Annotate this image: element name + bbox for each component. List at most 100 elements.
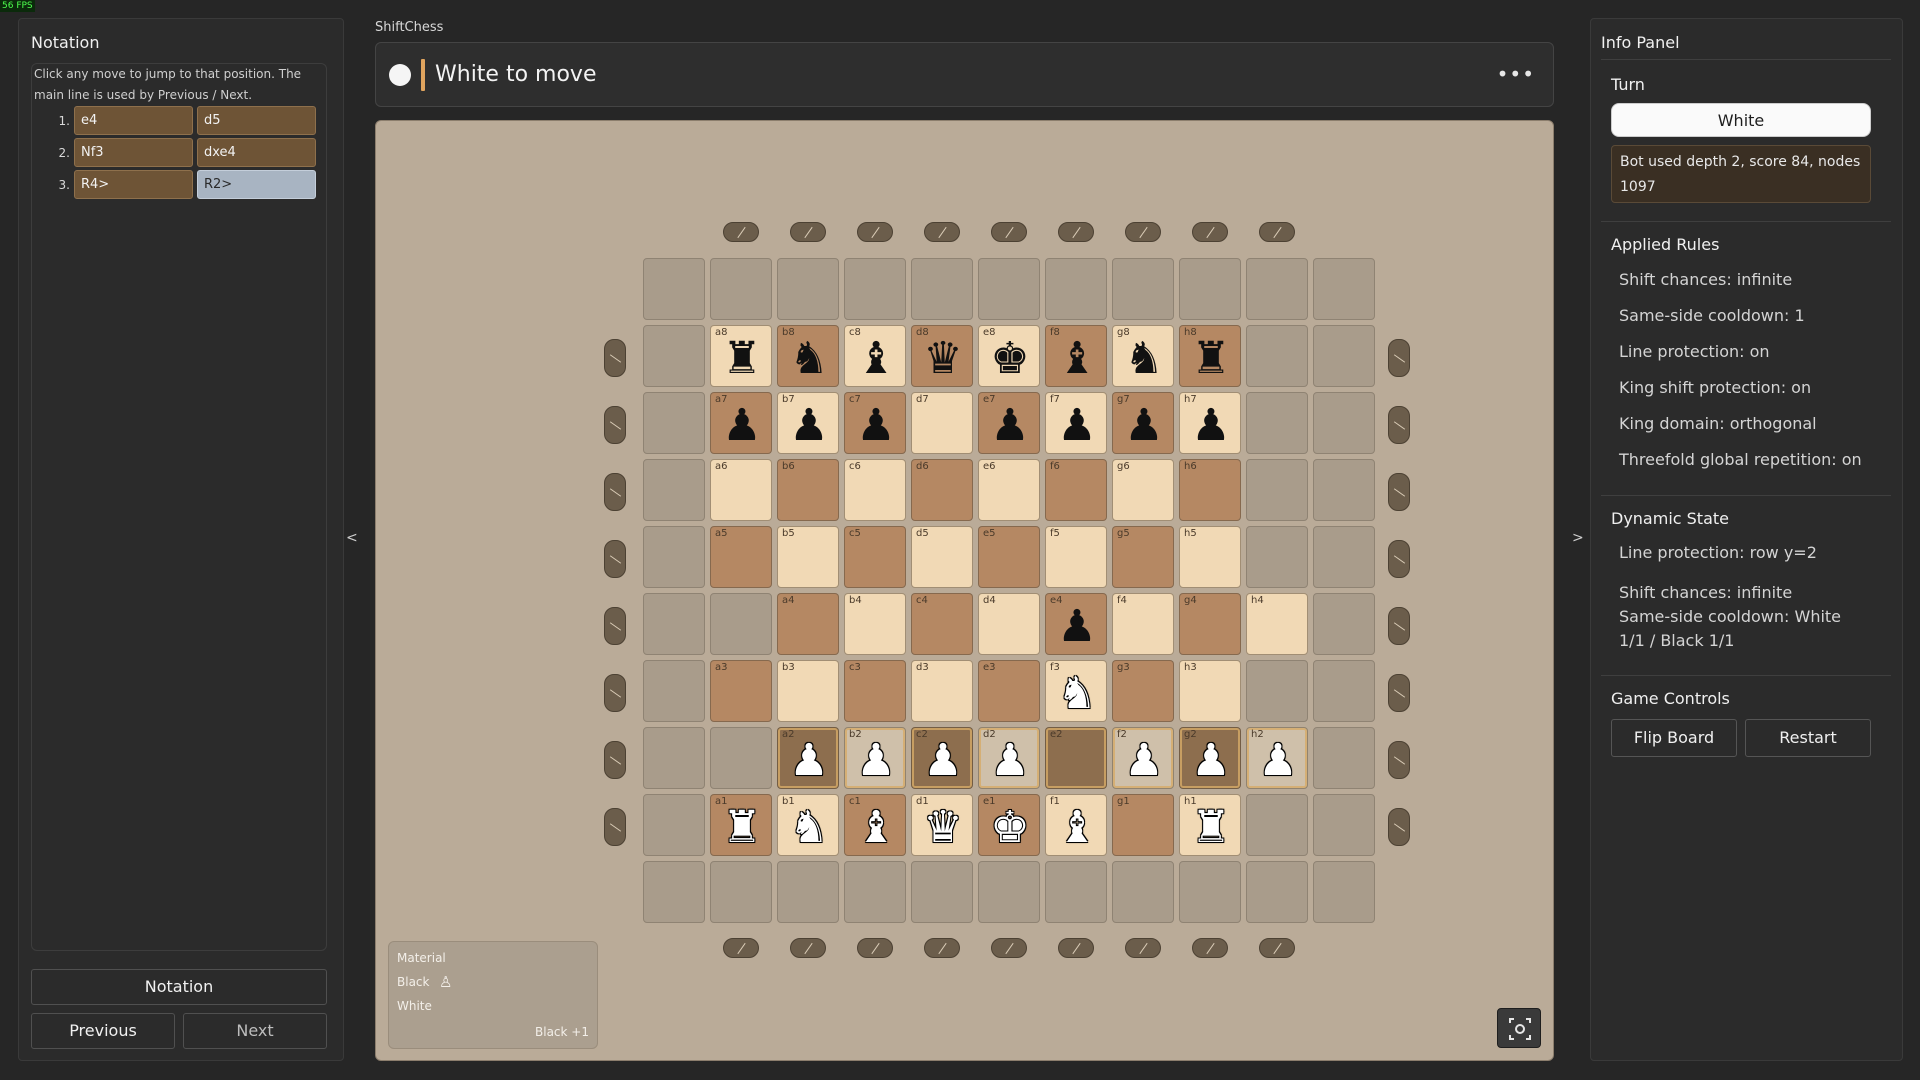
square-f2[interactable]: f2 ♟ [1112,727,1174,789]
black-piece[interactable]: ♟ [778,397,840,455]
move-white[interactable]: Nf3 [74,138,193,167]
empty-cell[interactable] [710,593,772,655]
square-g5[interactable]: g5 [1112,526,1174,588]
empty-cell[interactable] [1246,660,1308,722]
empty-cell[interactable] [1246,258,1308,320]
white-piece[interactable]: ♟ [1113,732,1175,790]
empty-cell[interactable] [1313,459,1375,521]
shift-row-handle-right[interactable] [1388,674,1410,712]
empty-cell[interactable] [1313,861,1375,923]
shift-row-handle-left[interactable] [604,607,626,645]
square-f5[interactable]: f5 [1045,526,1107,588]
empty-cell[interactable] [777,861,839,923]
square-g1[interactable]: g1 [1112,794,1174,856]
square-d6[interactable]: d6 [911,459,973,521]
move-black[interactable]: d5 [197,106,316,135]
shift-column-handle-bottom[interactable] [1058,938,1094,958]
move-black[interactable]: dxe4 [197,138,316,167]
square-h7[interactable]: h7 ♟ [1179,392,1241,454]
white-piece[interactable]: ♟ [1180,732,1242,790]
square-d7[interactable]: d7 [911,392,973,454]
empty-cell[interactable] [777,258,839,320]
square-a5[interactable]: a5 [710,526,772,588]
move-black-current[interactable]: R2> [197,170,316,199]
empty-cell[interactable] [1246,861,1308,923]
square-h8[interactable]: h8 ♜ [1179,325,1241,387]
shift-row-handle-left[interactable] [604,473,626,511]
black-piece[interactable]: ♜ [1180,330,1242,388]
more-icon[interactable]: ••• [1497,59,1535,89]
square-b1[interactable]: b1 ♞ [777,794,839,856]
square-g8[interactable]: g8 ♞ [1112,325,1174,387]
empty-cell[interactable] [643,459,705,521]
white-piece[interactable]: ♞ [1046,665,1108,723]
empty-cell[interactable] [1112,861,1174,923]
empty-cell[interactable] [643,526,705,588]
square-e8[interactable]: e8 ♚ [978,325,1040,387]
square-a1[interactable]: a1 ♜ [710,794,772,856]
square-h4[interactable]: h4 [1246,593,1308,655]
square-d2[interactable]: d2 ♟ [978,727,1040,789]
square-h1[interactable]: h1 ♜ [1179,794,1241,856]
square-e3[interactable]: e3 [978,660,1040,722]
shift-row-handle-left[interactable] [604,741,626,779]
shift-column-handle-top[interactable] [991,222,1027,242]
empty-cell[interactable] [643,727,705,789]
shift-column-handle-bottom[interactable] [723,938,759,958]
shift-row-handle-left[interactable] [604,406,626,444]
black-piece[interactable]: ♟ [845,397,907,455]
black-piece[interactable]: ♟ [1113,397,1175,455]
empty-cell[interactable] [1112,258,1174,320]
square-g6[interactable]: g6 [1112,459,1174,521]
empty-cell[interactable] [1246,526,1308,588]
black-piece[interactable]: ♛ [912,330,974,388]
white-piece[interactable]: ♟ [912,732,974,790]
square-c7[interactable]: c7 ♟ [844,392,906,454]
square-b7[interactable]: b7 ♟ [777,392,839,454]
shift-column-handle-bottom[interactable] [790,938,826,958]
empty-cell[interactable] [643,325,705,387]
empty-cell[interactable] [1313,392,1375,454]
collapse-left-button[interactable]: < [346,530,358,546]
empty-cell[interactable] [1246,325,1308,387]
move-white[interactable]: e4 [74,106,193,135]
black-piece[interactable]: ♜ [711,330,773,388]
square-a6[interactable]: a6 [710,459,772,521]
square-c1[interactable]: c1 ♝ [844,794,906,856]
black-piece[interactable]: ♟ [1180,397,1242,455]
square-g4[interactable]: g4 [1179,593,1241,655]
empty-cell[interactable] [643,861,705,923]
shift-row-handle-right[interactable] [1388,339,1410,377]
shift-column-handle-bottom[interactable] [1192,938,1228,958]
square-e2[interactable]: e2 [1045,727,1107,789]
square-g2[interactable]: g2 ♟ [1179,727,1241,789]
square-f1[interactable]: f1 ♝ [1045,794,1107,856]
shift-column-handle-bottom[interactable] [857,938,893,958]
shift-row-handle-right[interactable] [1388,473,1410,511]
square-e6[interactable]: e6 [978,459,1040,521]
square-a4[interactable]: a4 [777,593,839,655]
square-d4[interactable]: d4 [978,593,1040,655]
empty-cell[interactable] [1313,727,1375,789]
square-c4[interactable]: c4 [911,593,973,655]
square-a7[interactable]: a7 ♟ [710,392,772,454]
square-f4[interactable]: f4 [1112,593,1174,655]
empty-cell[interactable] [1246,392,1308,454]
square-e1[interactable]: e1 ♚ [978,794,1040,856]
shift-column-handle-bottom[interactable] [991,938,1027,958]
square-e4[interactable]: e4 ♟ [1045,593,1107,655]
white-piece[interactable]: ♝ [1046,799,1108,857]
empty-cell[interactable] [710,727,772,789]
square-c8[interactable]: c8 ♝ [844,325,906,387]
square-c6[interactable]: c6 [844,459,906,521]
empty-cell[interactable] [643,593,705,655]
empty-cell[interactable] [1313,593,1375,655]
square-a8[interactable]: a8 ♜ [710,325,772,387]
square-d3[interactable]: d3 [911,660,973,722]
shift-row-handle-right[interactable] [1388,741,1410,779]
shift-row-handle-left[interactable] [604,339,626,377]
square-b4[interactable]: b4 [844,593,906,655]
empty-cell[interactable] [978,258,1040,320]
shift-row-handle-right[interactable] [1388,808,1410,846]
black-piece[interactable]: ♚ [979,330,1041,388]
